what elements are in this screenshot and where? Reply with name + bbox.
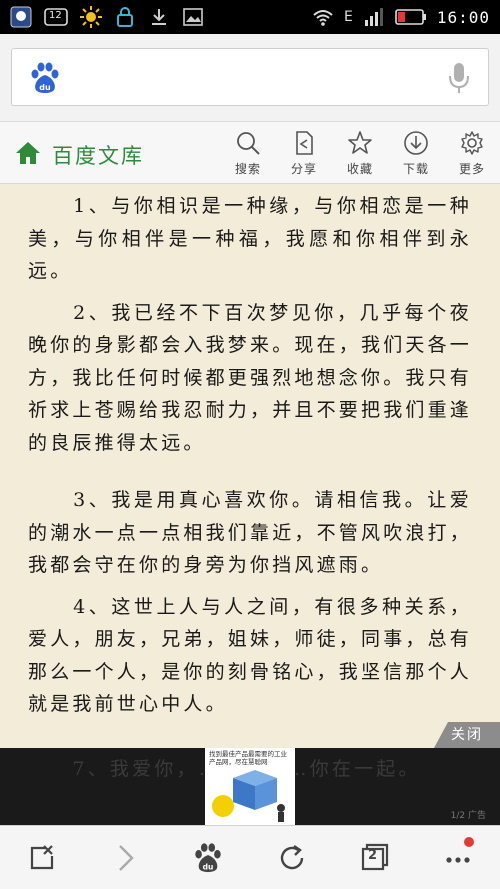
network-type: E <box>343 9 353 25</box>
menu-button[interactable] <box>428 833 488 883</box>
brightness-icon <box>80 6 102 28</box>
image-icon <box>182 6 204 28</box>
home-icon[interactable] <box>14 140 42 166</box>
tabs-count: 2 <box>367 847 378 863</box>
clock: 16:00 <box>436 7 490 27</box>
download-label: 下载 <box>402 162 429 176</box>
app-notification-icon <box>10 6 32 28</box>
ad-sub-text: 1/2 广告 <box>450 811 486 821</box>
share-label: 分享 <box>290 162 317 176</box>
paragraph-4: 4、这世上人与人之间，有很多种关系，爱人，朋友，兄弟，姐妹，师徒，同事，总有那么… <box>28 595 473 716</box>
ad-image[interactable]: 找到最佳产品最需要的工业产品网，尽在慧聪网 <box>205 748 295 825</box>
search-icon <box>237 132 260 155</box>
share-button[interactable]: 分享 <box>276 126 332 177</box>
tabs-button[interactable]: 2 <box>345 833 405 883</box>
favorite-label: 收藏 <box>346 162 373 176</box>
browser-bottom-nav: du 2 <box>0 825 500 889</box>
exit-button[interactable] <box>12 833 72 883</box>
download-icon <box>404 131 428 155</box>
star-icon <box>348 131 372 154</box>
svg-text:du: du <box>39 83 51 92</box>
message-count-icon: 12 <box>44 6 68 28</box>
favorite-button[interactable]: 收藏 <box>332 126 388 177</box>
notification-dot <box>464 836 475 847</box>
baidu-paw-icon[interactable]: du <box>28 61 62 95</box>
wenku-toolbar: 百度文库 搜索 分享 收藏 下载 更多 <box>0 122 500 184</box>
ad-graphic <box>212 770 285 822</box>
baidu-home-button[interactable]: du <box>178 833 238 883</box>
exit-icon <box>30 844 53 869</box>
signal-icon <box>363 6 385 28</box>
ad-banner[interactable]: 7、我爱你，……………你在一起。 关闭 找到最佳产品最需要的工业产品网，尽在慧聪… <box>0 722 500 825</box>
download-status-icon <box>148 6 170 28</box>
paragraph-1: 1、与你相识是一种缘，与你相恋是一种美，与你相伴是一种福，我愿和你相伴到永远。 <box>28 195 472 282</box>
search-label: 搜索 <box>234 162 261 176</box>
share-icon <box>296 131 313 155</box>
wenku-title[interactable]: 百度文库 <box>52 140 144 170</box>
refresh-button[interactable] <box>262 833 322 883</box>
more-button[interactable]: 更多 <box>444 126 500 177</box>
search-input[interactable]: du <box>11 48 489 106</box>
battery-icon <box>395 6 427 28</box>
chevron-right-icon <box>119 844 134 871</box>
download-button[interactable]: 下载 <box>388 126 444 177</box>
baidu-paw-icon: du <box>195 842 222 872</box>
microphone-icon[interactable] <box>446 61 472 95</box>
status-bar: 12 E 16:00 <box>0 0 500 34</box>
svg-text:du: du <box>203 862 214 871</box>
lock-icon <box>114 6 136 28</box>
more-label: 更多 <box>458 162 485 176</box>
forward-button[interactable] <box>95 833 155 883</box>
paragraph-2: 2、我已经不下百次梦见你，几乎每个夜晚你的身影都会入我梦来。现在，我们天各一方，… <box>28 301 473 454</box>
wifi-icon <box>312 6 334 28</box>
refresh-icon <box>280 844 303 869</box>
browser-search-bar: du <box>0 34 500 122</box>
paragraph-3: 3、我是用真心喜欢你。请相信我。让爱的潮水一点一点相我们靠近，不管风吹浪打，我都… <box>28 489 473 576</box>
document-reader[interactable]: 1、与你相识是一种缘，与你相恋是一种美，与你相伴是一种福，我愿和你相伴到永远。 … <box>0 184 500 748</box>
search-button[interactable]: 搜索 <box>220 126 276 177</box>
gear-icon <box>461 131 483 155</box>
